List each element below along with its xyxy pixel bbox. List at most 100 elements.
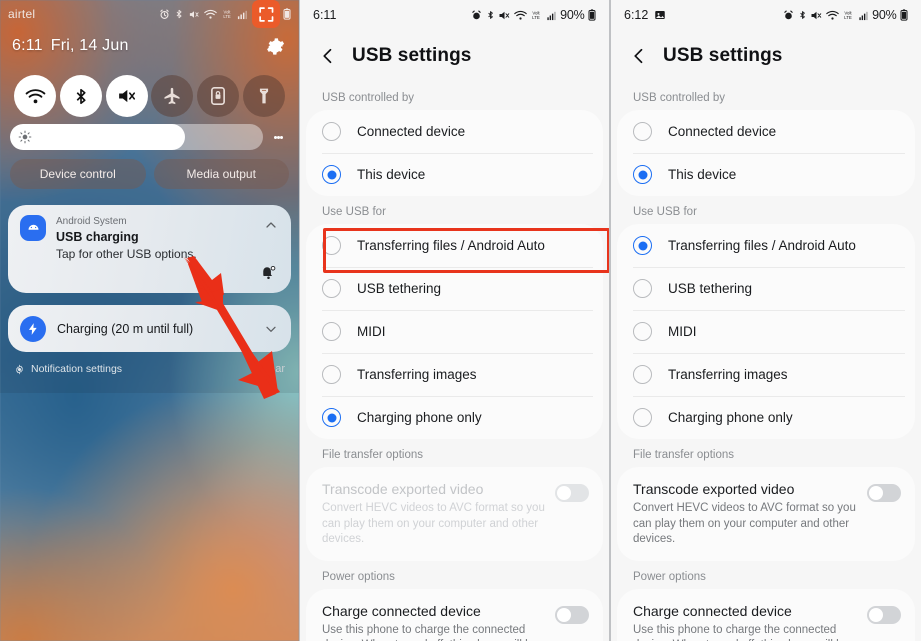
device-control-button[interactable]: Device control xyxy=(10,159,146,189)
option-transferring-images[interactable]: Transferring images xyxy=(306,353,603,396)
option-connected-device[interactable]: Connected device xyxy=(617,110,915,153)
toggle-charge-connected-device[interactable] xyxy=(867,605,901,624)
option-label: Transferring images xyxy=(357,367,477,382)
app-bar: USB settings xyxy=(300,30,609,82)
radio-midi[interactable] xyxy=(322,322,341,341)
notification-usb-charging[interactable]: Android System USB charging Tap for othe… xyxy=(8,205,291,293)
qs-tile-wifi[interactable] xyxy=(14,75,56,117)
qs-tile-flashlight[interactable] xyxy=(242,75,285,117)
radio-transferring-images[interactable] xyxy=(322,365,341,384)
option-label: Connected device xyxy=(357,124,466,139)
alarm-icon xyxy=(472,10,481,19)
option-label: Transferring files / Android Auto xyxy=(357,238,545,253)
status-bar: airtel Volt LTE xyxy=(0,0,299,28)
settings-gear-icon[interactable] xyxy=(263,34,287,58)
card-power-options: Charge connected device Use this phone t… xyxy=(306,588,603,641)
radio-connected-device[interactable] xyxy=(322,122,341,141)
option-label: Charging phone only xyxy=(668,410,793,425)
notification-header: Android System USB charging Tap for othe… xyxy=(8,205,291,262)
option-transferring-files[interactable]: Transferring files / Android Auto xyxy=(306,224,603,267)
radio-usb-tethering[interactable] xyxy=(322,279,341,298)
back-arrow-icon[interactable] xyxy=(318,46,338,66)
status-bar: 6:12 Volt LTE 90% xyxy=(611,0,921,30)
qs-tile-rotation-lock[interactable] xyxy=(197,75,240,117)
quick-settings-tiles xyxy=(0,72,299,120)
bluetooth-icon xyxy=(799,11,805,19)
brightness-slider-row xyxy=(10,124,289,150)
svg-text:LTE: LTE xyxy=(844,15,852,20)
radio-charging-phone-only[interactable] xyxy=(322,408,341,427)
option-label: Transferring files / Android Auto xyxy=(668,238,856,253)
option-label: Transferring images xyxy=(668,367,788,382)
battery-percent: 90% xyxy=(872,8,897,22)
signal-icon xyxy=(858,11,868,20)
qs-tile-bluetooth[interactable] xyxy=(59,75,102,117)
option-usb-tethering[interactable]: USB tethering xyxy=(306,267,603,310)
option-label: MIDI xyxy=(668,324,697,339)
section-label-use-usb-for: Use USB for xyxy=(633,206,697,218)
media-output-button[interactable]: Media output xyxy=(153,159,289,189)
option-this-device[interactable]: This device xyxy=(617,153,915,196)
notification-title: USB charging xyxy=(56,230,139,244)
option-label: MIDI xyxy=(357,324,386,339)
media-button-row: Device control Media output xyxy=(10,159,289,189)
chevron-down-icon[interactable] xyxy=(263,321,279,337)
option-charging-phone-only[interactable]: Charging phone only xyxy=(617,396,915,439)
radio-charging-phone-only[interactable] xyxy=(633,408,652,427)
chevron-up-icon[interactable] xyxy=(263,217,279,233)
clear-button[interactable]: Clear xyxy=(259,363,285,375)
notification-charging[interactable]: Charging (20 m until full) xyxy=(8,305,291,352)
section-label-power-options: Power options xyxy=(322,570,395,583)
option-transferring-images[interactable]: Transferring images xyxy=(617,353,915,396)
option-charging-phone-only[interactable]: Charging phone only xyxy=(306,396,603,439)
wifi-icon xyxy=(513,10,527,20)
status-icons: Volt LTE xyxy=(159,8,248,20)
option-this-device[interactable]: This device xyxy=(306,153,603,196)
bell-mute-icon[interactable] xyxy=(260,264,277,281)
mute-icon xyxy=(189,10,199,18)
bluetooth-icon xyxy=(176,9,182,19)
clock-time: 6:11 xyxy=(12,37,43,54)
kebab-menu-icon[interactable] xyxy=(267,134,289,140)
status-time: 6:12 xyxy=(624,8,649,22)
usb-settings-panel-after: 6:12 Volt LTE 90% USB settings USB contro… xyxy=(610,0,921,641)
qs-tile-airplane-mode[interactable] xyxy=(151,75,194,117)
radio-midi[interactable] xyxy=(633,322,652,341)
volte-icon: VoltLTE xyxy=(532,10,540,20)
back-arrow-icon[interactable] xyxy=(629,46,649,66)
bluetooth-icon xyxy=(487,11,493,19)
radio-this-device[interactable] xyxy=(633,165,652,184)
radio-usb-tethering[interactable] xyxy=(633,279,652,298)
setting-transcode-exported-video: Transcode exported video Convert HEVC vi… xyxy=(617,467,915,561)
notification-settings-label: Notification settings xyxy=(31,363,123,375)
card-usb-controlled-by: Connected device This device xyxy=(617,110,915,196)
qs-tile-mute[interactable] xyxy=(105,75,148,117)
radio-transferring-files[interactable] xyxy=(322,236,341,255)
screen-record-icon[interactable] xyxy=(252,0,280,28)
section-label-usb-controlled-by: USB controlled by xyxy=(633,92,726,104)
section-label-use-usb-for: Use USB for xyxy=(322,206,386,218)
android-system-icon xyxy=(20,215,46,241)
section-label-usb-controlled-by: USB controlled by xyxy=(322,92,415,104)
option-transferring-files[interactable]: Transferring files / Android Auto xyxy=(617,224,915,267)
option-usb-tethering[interactable]: USB tethering xyxy=(617,267,915,310)
radio-this-device[interactable] xyxy=(322,165,341,184)
signal-icon xyxy=(546,11,556,20)
brightness-icon xyxy=(18,130,32,144)
setting-title: Charge connected device xyxy=(633,602,792,619)
radio-transferring-files[interactable] xyxy=(633,236,652,255)
option-connected-device[interactable]: Connected device xyxy=(306,110,603,153)
toggle-transcode-exported-video[interactable] xyxy=(555,484,589,502)
setting-subtitle: Convert HEVC videos to AVC format so you… xyxy=(633,502,856,545)
option-midi[interactable]: MIDI xyxy=(617,310,915,353)
toggle-transcode-exported-video[interactable] xyxy=(867,484,901,502)
brightness-fill xyxy=(10,124,185,150)
option-midi[interactable]: MIDI xyxy=(306,310,603,353)
radio-transferring-images[interactable] xyxy=(633,365,652,384)
notification-subtitle: Tap for other USB options. xyxy=(56,247,197,261)
brightness-slider[interactable] xyxy=(10,124,263,150)
card-use-usb-for: Transferring files / Android Auto USB te… xyxy=(306,224,603,439)
notification-settings-button[interactable]: Notification settings xyxy=(14,363,122,375)
radio-connected-device[interactable] xyxy=(633,122,652,141)
toggle-charge-connected-device[interactable] xyxy=(555,605,589,624)
